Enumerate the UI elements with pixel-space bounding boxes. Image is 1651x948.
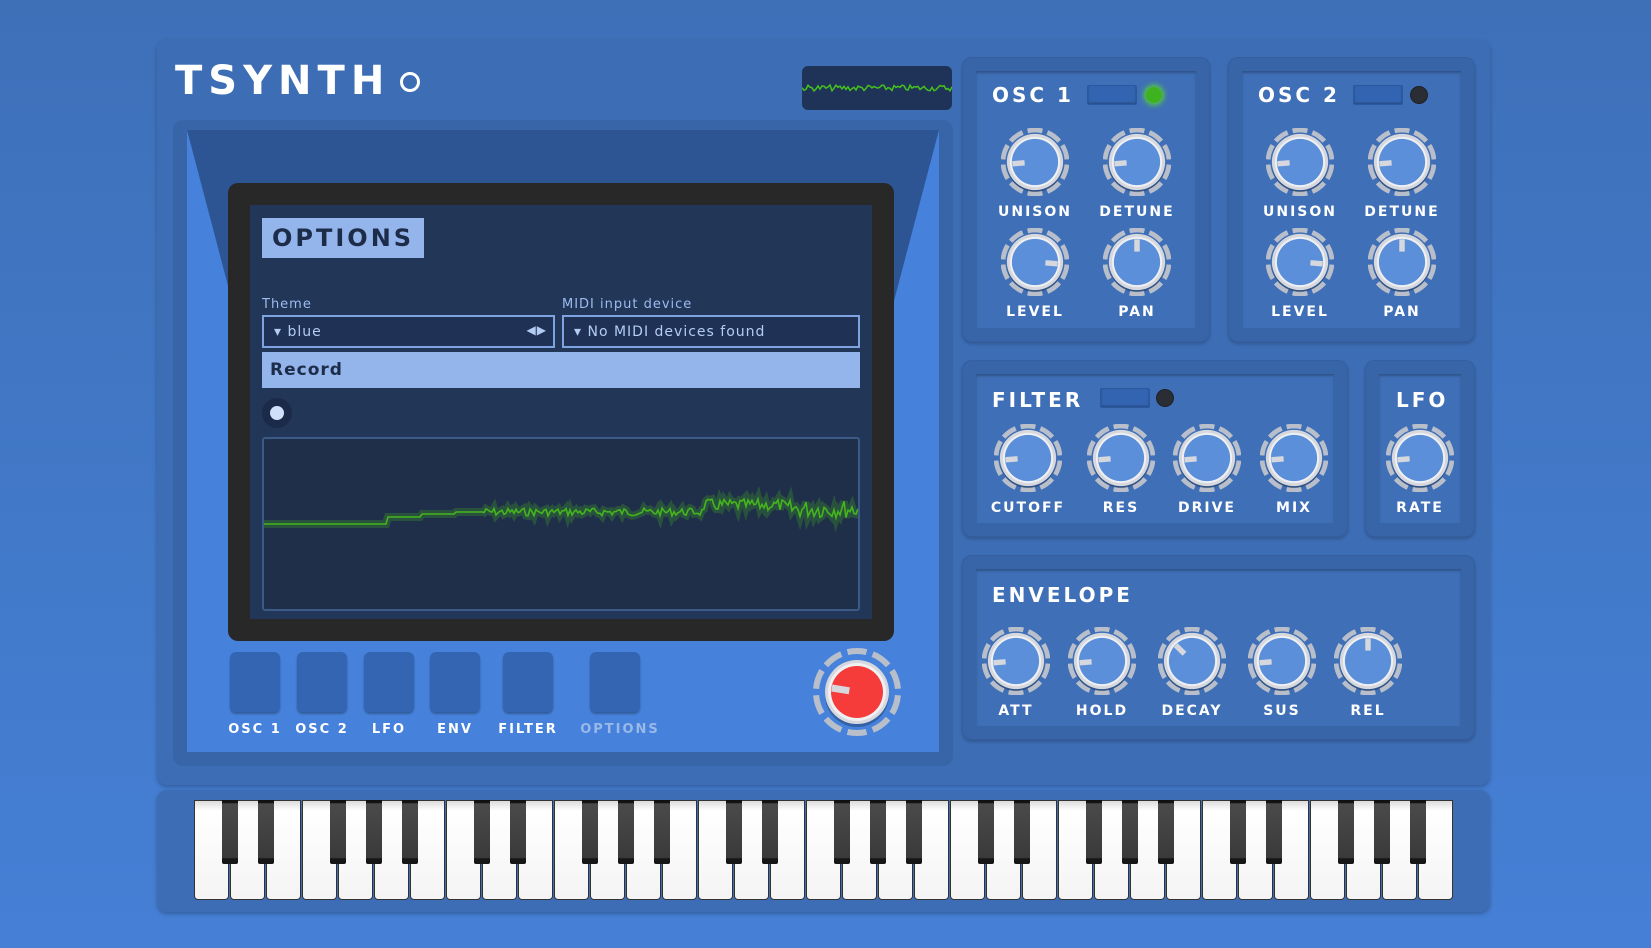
tab-env-label: ENV bbox=[437, 722, 473, 737]
github-icon[interactable] bbox=[400, 72, 420, 92]
mini-waveform bbox=[802, 83, 952, 93]
filter-mix-knob[interactable] bbox=[1260, 424, 1328, 492]
envelope-att-knob[interactable] bbox=[982, 627, 1050, 695]
osc1-pan-label: PAN bbox=[1118, 304, 1156, 320]
record-icon bbox=[270, 406, 284, 420]
theme-cycle-icon[interactable]: ◀▶ bbox=[527, 323, 547, 337]
osc2-detune-label: DETUNE bbox=[1364, 204, 1440, 220]
osc2-status-led bbox=[1411, 87, 1427, 103]
mini-oscilloscope bbox=[802, 66, 952, 110]
osc1-toggle[interactable] bbox=[1087, 85, 1137, 105]
osc2-pan-label: PAN bbox=[1383, 304, 1421, 320]
osc1-pan-knob[interactable] bbox=[1103, 228, 1171, 296]
midi-label: MIDI input device bbox=[562, 297, 693, 312]
osc1-status-led bbox=[1146, 87, 1162, 103]
tab-lfo-button[interactable] bbox=[364, 652, 414, 712]
tab-osc2-button[interactable] bbox=[297, 652, 347, 712]
filter-toggle[interactable] bbox=[1100, 388, 1150, 408]
black-key[interactable] bbox=[654, 800, 670, 864]
black-key[interactable] bbox=[510, 800, 526, 864]
options-screen: OPTIONS Theme MIDI input device ▾ blue ◀… bbox=[250, 205, 872, 619]
osc1-level-knob[interactable] bbox=[1001, 228, 1069, 296]
black-key[interactable] bbox=[222, 800, 238, 864]
black-key[interactable] bbox=[474, 800, 490, 864]
master-volume-knob[interactable] bbox=[812, 647, 902, 737]
black-key[interactable] bbox=[618, 800, 634, 864]
osc1-detune-label: DETUNE bbox=[1099, 204, 1175, 220]
black-key[interactable] bbox=[366, 800, 382, 864]
lfo-rate-knob[interactable] bbox=[1386, 424, 1454, 492]
filter-res-knob[interactable] bbox=[1087, 424, 1155, 492]
black-key[interactable] bbox=[870, 800, 886, 864]
osc2-unison-label: UNISON bbox=[1263, 204, 1337, 220]
osc1-detune-knob[interactable] bbox=[1103, 128, 1171, 196]
tab-filter-label: FILTER bbox=[498, 722, 558, 737]
tab-env-button[interactable] bbox=[430, 652, 480, 712]
black-key[interactable] bbox=[1338, 800, 1354, 864]
filter-status-led bbox=[1157, 390, 1173, 406]
midi-value: No MIDI devices found bbox=[587, 324, 766, 340]
tab-osc1-button[interactable] bbox=[230, 652, 280, 712]
envelope-decay-knob[interactable] bbox=[1158, 627, 1226, 695]
recording-waveform bbox=[262, 437, 862, 611]
envelope-hold-knob[interactable] bbox=[1068, 627, 1136, 695]
lfo-rate-label: RATE bbox=[1396, 500, 1444, 516]
black-key[interactable] bbox=[402, 800, 418, 864]
osc1-title: OSC 1 bbox=[992, 83, 1074, 107]
filter-mix-label: MIX bbox=[1276, 500, 1312, 516]
filter-title: FILTER bbox=[992, 388, 1084, 412]
black-key[interactable] bbox=[1374, 800, 1390, 864]
black-key[interactable] bbox=[978, 800, 994, 864]
tab-options-label: OPTIONS bbox=[580, 722, 660, 737]
waveform-plot bbox=[264, 485, 862, 533]
black-key[interactable] bbox=[1086, 800, 1102, 864]
envelope-sus-knob[interactable] bbox=[1248, 627, 1316, 695]
black-key[interactable] bbox=[834, 800, 850, 864]
black-key[interactable] bbox=[1266, 800, 1282, 864]
osc2-detune-knob[interactable] bbox=[1368, 128, 1436, 196]
osc2-title: OSC 2 bbox=[1258, 83, 1340, 107]
black-key[interactable] bbox=[330, 800, 346, 864]
theme-value: blue bbox=[287, 324, 322, 340]
osc2-level-knob[interactable] bbox=[1266, 228, 1334, 296]
lfo-title: LFO bbox=[1396, 388, 1449, 412]
black-key[interactable] bbox=[1122, 800, 1138, 864]
osc2-level-label: LEVEL bbox=[1271, 304, 1329, 320]
envelope-rel-label: REL bbox=[1350, 703, 1386, 719]
options-title: OPTIONS bbox=[262, 218, 425, 258]
black-key[interactable] bbox=[906, 800, 922, 864]
osc1-level-label: LEVEL bbox=[1006, 304, 1064, 320]
osc2-toggle[interactable] bbox=[1353, 85, 1403, 105]
black-key[interactable] bbox=[1410, 800, 1426, 864]
piano-keyboard bbox=[194, 800, 1454, 900]
black-key[interactable] bbox=[582, 800, 598, 864]
black-key[interactable] bbox=[1014, 800, 1030, 864]
midi-device-select[interactable]: ▾ No MIDI devices found bbox=[562, 315, 860, 348]
record-button[interactable] bbox=[262, 398, 292, 428]
osc2-unison-knob[interactable] bbox=[1266, 128, 1334, 196]
tab-options-button[interactable] bbox=[590, 652, 640, 712]
osc1-unison-label: UNISON bbox=[998, 204, 1072, 220]
dropdown-arrow-icon: ▾ bbox=[274, 324, 288, 340]
black-key[interactable] bbox=[762, 800, 778, 864]
osc2-pan-knob[interactable] bbox=[1368, 228, 1436, 296]
black-key[interactable] bbox=[258, 800, 274, 864]
filter-drive-knob[interactable] bbox=[1173, 424, 1241, 492]
theme-label: Theme bbox=[262, 297, 312, 312]
black-key[interactable] bbox=[1230, 800, 1246, 864]
black-key[interactable] bbox=[726, 800, 742, 864]
app-title: TSYNTH bbox=[175, 58, 391, 104]
envelope-rel-knob[interactable] bbox=[1334, 627, 1402, 695]
tab-filter-button[interactable] bbox=[503, 652, 553, 712]
black-key[interactable] bbox=[1158, 800, 1174, 864]
theme-select[interactable]: ▾ blue ◀▶ bbox=[262, 315, 555, 348]
screen-bezel: OPTIONS Theme MIDI input device ▾ blue ◀… bbox=[228, 183, 894, 641]
record-section-header: Record bbox=[262, 352, 860, 388]
envelope-title: ENVELOPE bbox=[992, 583, 1133, 607]
dropdown-arrow-icon: ▾ bbox=[574, 324, 588, 340]
filter-cutoff-knob[interactable] bbox=[994, 424, 1062, 492]
osc1-unison-knob[interactable] bbox=[1001, 128, 1069, 196]
